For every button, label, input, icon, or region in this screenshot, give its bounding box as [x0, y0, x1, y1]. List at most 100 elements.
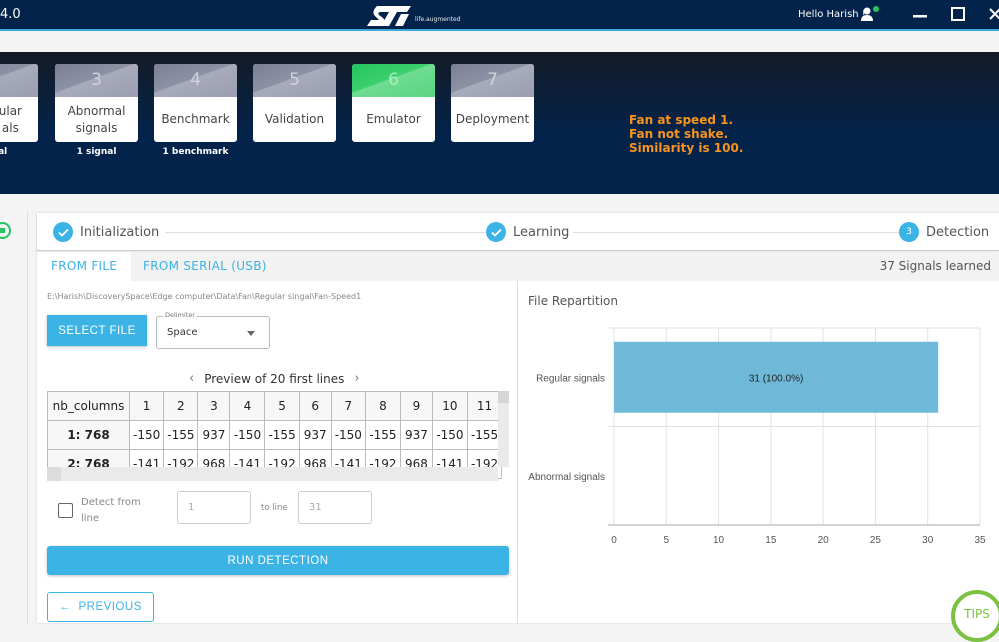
connection-status-icon [0, 222, 11, 239]
step-card-emulator[interactable]: 6 Emulator [352, 64, 435, 142]
step-label: Detection [926, 224, 990, 240]
detect-from-line-checkbox[interactable] [58, 503, 73, 518]
table-cell: 937 [298, 420, 332, 450]
column-header: 10 [431, 391, 468, 421]
table-cell: 937 [197, 420, 231, 450]
step-card-regular-signals[interactable]: 2 ularals [0, 64, 38, 142]
column-header: 5 [264, 391, 300, 421]
stepper-connector [573, 232, 899, 233]
step-number-badge: 3 [899, 222, 919, 242]
maximize-icon[interactable] [951, 7, 965, 21]
x-tick-label: 10 [713, 535, 725, 545]
st-logo-icon [367, 6, 411, 26]
previous-label: PREVIOUS [78, 601, 142, 613]
column-header: nb_columns [47, 391, 130, 421]
preview-navigation: ‹ Preview of 20 first lines › [189, 371, 360, 386]
table-vertical-scrollbar[interactable] [498, 391, 509, 467]
table-cell: -155 [364, 420, 401, 450]
preview-table: nb_columns 1 2 3 4 5 6 7 8 9 10 11 1: 76… [47, 391, 503, 479]
step-card-abnormal-signals[interactable]: 3 Abnormal signals [55, 64, 138, 142]
step-card-benchmark[interactable]: 4 Benchmark [154, 64, 237, 142]
preview-title: Preview of 20 first lines [204, 371, 345, 386]
chart-tick-labels: 0 5 10 15 20 25 30 35 [611, 535, 986, 545]
step-label: Abnormal signals [67, 103, 126, 135]
chart-category-labels: Regular signals Abnormal signals [528, 373, 605, 483]
st-logo: life.augmented [367, 3, 461, 29]
step-number: 3 [55, 64, 138, 97]
category-label: Regular signals [536, 373, 605, 384]
file-input-section: E:\Harish\DiscoverySpace\Edge computer\D… [37, 281, 518, 623]
table-cell: -155 [466, 420, 503, 450]
minimize-icon[interactable] [912, 9, 928, 21]
progress-stepper: Initialization Learning 3 Detection [37, 213, 999, 251]
check-icon [53, 222, 73, 242]
table-row: 1: 768 -150 -155 937 -150 -155 937 -150 … [47, 420, 503, 450]
step-number: 6 [352, 64, 435, 97]
tab-from-serial[interactable]: FROM SERIAL (USB) [129, 252, 281, 281]
table-header-row: nb_columns 1 2 3 4 5 6 7 8 9 10 11 [47, 391, 503, 421]
step-card-deployment[interactable]: 7 Deployment [451, 64, 534, 142]
step-label: Deployment [455, 112, 530, 126]
step-number: 4 [154, 64, 237, 97]
to-line-input[interactable]: 31 [298, 491, 372, 524]
step-number: 2 [0, 64, 38, 97]
user-greeting: Hello Harish ! [798, 9, 866, 20]
tips-button[interactable]: TIPS [951, 590, 999, 642]
delimiter-value: Space [167, 327, 198, 338]
step-label: Initialization [80, 224, 160, 240]
logo-tagline: life.augmented [415, 15, 461, 23]
step-label: Validation [264, 112, 325, 126]
from-line-input[interactable]: 1 [177, 491, 251, 524]
x-tick-label: 5 [664, 535, 670, 545]
workflow-banner: 2 ularals nal 3 Abnormal signals 1 signa… [0, 52, 999, 194]
chevron-down-icon [247, 331, 255, 336]
column-header: 2 [163, 391, 199, 421]
column-header: 8 [364, 391, 401, 421]
title-bar: 4.0 life.augmented Hello Harish ! [0, 0, 999, 31]
chevron-right-icon[interactable]: › [354, 371, 359, 386]
close-icon[interactable] [988, 7, 999, 21]
stepper-connector [165, 232, 485, 233]
category-label: Abnormal signals [528, 472, 605, 483]
chevron-left-icon[interactable]: ‹ [189, 371, 194, 386]
stepper-step-detection: 3 Detection [899, 222, 990, 242]
table-cell: -155 [163, 420, 199, 450]
step-card-validation[interactable]: 5 Validation [253, 64, 336, 142]
table-cell: -150 [128, 420, 165, 450]
previous-button[interactable]: ← PREVIOUS [47, 592, 154, 622]
column-header: 6 [298, 391, 332, 421]
delimiter-label: Delimiter [163, 311, 197, 319]
table-horizontal-scrollbar[interactable] [47, 467, 498, 481]
arrow-left-icon: ← [59, 601, 79, 613]
delimiter-select[interactable]: Delimiter Space [156, 311, 270, 349]
scrollbar-thumb[interactable] [47, 467, 61, 481]
tab-from-file[interactable]: FROM FILE [37, 252, 132, 281]
x-tick-label: 15 [765, 535, 777, 545]
step-subtitle: 1 signal [76, 147, 117, 157]
table-cell: -150 [431, 420, 468, 450]
detection-result-message: Fan at speed 1. Fan not shake. Similarit… [629, 113, 744, 155]
select-file-button[interactable]: SELECT FILE [47, 315, 147, 346]
stepper-step-initialization: Initialization [53, 222, 160, 242]
step-subtitle: 1 benchmark [162, 147, 229, 157]
chart-title: File Repartition [528, 294, 619, 308]
step-number: 7 [451, 64, 534, 97]
app-version: 4.0 [0, 7, 21, 22]
emulator-panel: Initialization Learning 3 Detection FROM… [37, 213, 999, 623]
source-tabs: FROM FILE FROM SERIAL (USB) 37 Signals l… [37, 252, 999, 281]
divider [27, 212, 28, 623]
signals-learned-count: 37 Signals learned [879, 259, 991, 273]
step-subtitle: nal [0, 147, 8, 157]
run-detection-button[interactable]: RUN DETECTION [47, 546, 509, 575]
table-cell: 937 [399, 420, 433, 450]
column-header: 3 [197, 391, 231, 421]
table-cell: -155 [264, 420, 300, 450]
step-label: Benchmark [161, 112, 230, 126]
bar-data-label: 31 (100.0%) [749, 373, 803, 384]
column-header: 11 [466, 391, 503, 421]
row-header: 1: 768 [47, 420, 130, 450]
scrollbar-thumb[interactable] [498, 391, 509, 403]
user-icon[interactable] [860, 6, 880, 22]
step-label: Learning [513, 224, 570, 240]
stepper-step-learning: Learning [486, 222, 570, 242]
